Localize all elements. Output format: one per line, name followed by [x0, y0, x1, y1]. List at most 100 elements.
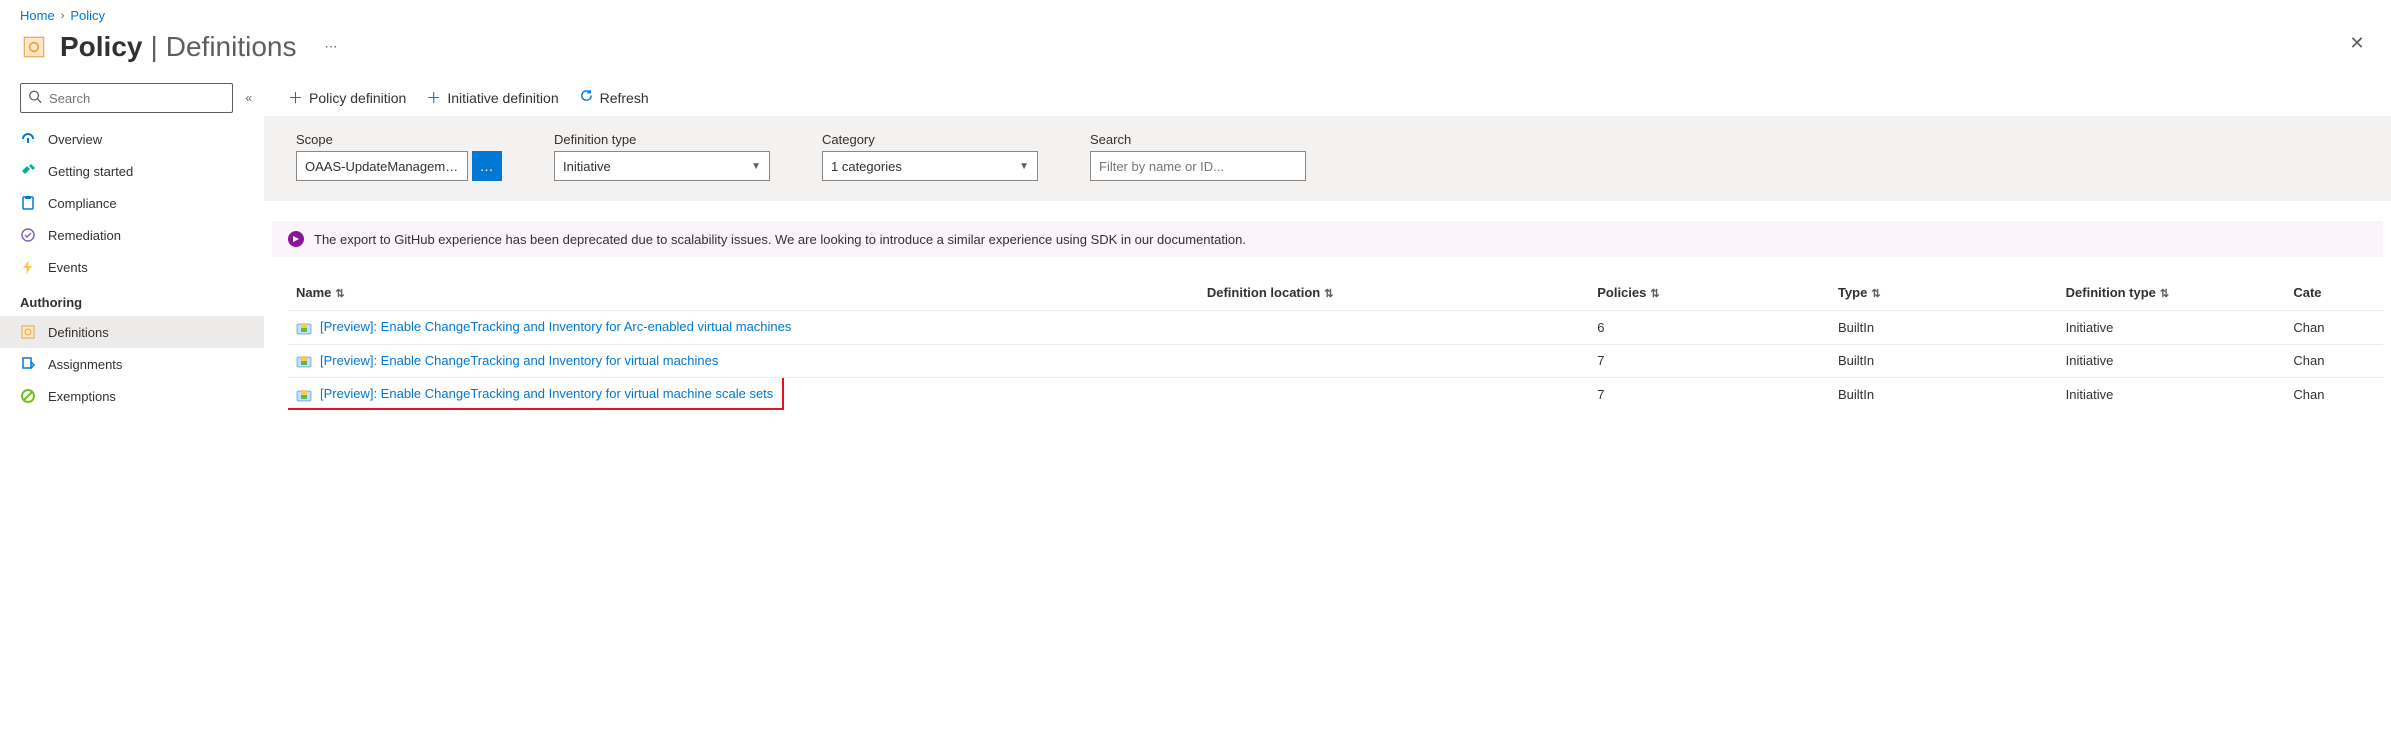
- page-header: Policy | Definitions ⋯ ✕: [0, 27, 2391, 79]
- search-icon: [28, 90, 42, 107]
- main-content: ＋ Policy definition ＋ Initiative definit…: [264, 79, 2391, 412]
- cell-name: [Preview]: Enable ChangeTracking and Inv…: [288, 311, 1199, 345]
- rocket-icon: [20, 163, 36, 179]
- sidebar-item-label: Assignments: [48, 357, 122, 372]
- breadcrumb-home[interactable]: Home: [20, 8, 55, 23]
- collapse-sidebar-button[interactable]: «: [241, 87, 256, 109]
- initiative-icon: [296, 353, 312, 369]
- cell-location: [1199, 378, 1589, 411]
- toolbar-label: Initiative definition: [447, 90, 558, 106]
- initiative-icon: [296, 320, 312, 336]
- cell-category: Chan: [2285, 311, 2383, 345]
- sidebar-search-input[interactable]: [20, 83, 233, 113]
- scope-input[interactable]: OAAS-UpdateManagem…: [296, 151, 468, 181]
- sidebar-item-remediation[interactable]: Remediation: [0, 219, 264, 251]
- sidebar: « Overview Getting started Compliance Re…: [0, 79, 264, 412]
- col-category[interactable]: Cate: [2285, 277, 2383, 311]
- cell-category: Chan: [2285, 344, 2383, 378]
- info-banner: The export to GitHub experience has been…: [272, 221, 2383, 257]
- breadcrumb-policy[interactable]: Policy: [70, 8, 105, 23]
- sidebar-item-getting-started[interactable]: Getting started: [0, 155, 264, 187]
- dropdown-value: 1 categories: [831, 159, 902, 174]
- table-row: [Preview]: Enable ChangeTracking and Inv…: [288, 344, 2383, 378]
- dashboard-icon: [20, 131, 36, 147]
- definitions-table: Name⇅ Definition location⇅ Policies⇅ Typ…: [264, 257, 2391, 411]
- definition-link[interactable]: [Preview]: Enable ChangeTracking and Inv…: [320, 386, 773, 401]
- sort-icon: ⇅: [1650, 288, 1659, 300]
- filter-bar: Scope OAAS-UpdateManagem… … Definition t…: [264, 116, 2391, 201]
- cell-def-type: Initiative: [2058, 344, 2286, 378]
- info-icon: [288, 231, 304, 247]
- cell-name: [Preview]: Enable ChangeTracking and Inv…: [288, 344, 1199, 378]
- filter-search-input[interactable]: [1090, 151, 1306, 181]
- category-dropdown[interactable]: 1 categories ▼: [822, 151, 1038, 181]
- sidebar-item-assignments[interactable]: Assignments: [0, 348, 264, 380]
- plus-icon: ＋: [288, 87, 303, 108]
- sidebar-item-label: Exemptions: [48, 389, 116, 404]
- cell-policies: 7: [1589, 378, 1830, 411]
- sidebar-search: [20, 83, 233, 113]
- col-location[interactable]: Definition location⇅: [1199, 277, 1589, 311]
- definition-type-label: Definition type: [554, 132, 770, 147]
- initiative-icon: [296, 387, 312, 403]
- banner-text: The export to GitHub experience has been…: [314, 232, 1246, 247]
- close-button[interactable]: ✕: [2347, 33, 2367, 53]
- toolbar-label: Policy definition: [309, 90, 406, 106]
- refresh-icon: [579, 88, 594, 107]
- sort-icon: ⇅: [1324, 288, 1333, 300]
- cell-type: BuiltIn: [1830, 344, 2058, 378]
- more-button[interactable]: ⋯: [325, 39, 338, 55]
- sidebar-item-label: Compliance: [48, 196, 117, 211]
- cell-location: [1199, 311, 1589, 345]
- sidebar-item-definitions[interactable]: Definitions: [0, 316, 264, 348]
- sort-icon: ⇅: [335, 288, 344, 300]
- cell-type: BuiltIn: [1830, 311, 2058, 345]
- chevron-right-icon: ›: [61, 10, 65, 22]
- col-definition-type[interactable]: Definition type⇅: [2058, 277, 2286, 311]
- refresh-button[interactable]: Refresh: [579, 88, 649, 107]
- col-policies[interactable]: Policies⇅: [1589, 277, 1830, 311]
- cell-def-type: Initiative: [2058, 378, 2286, 411]
- cell-type: BuiltIn: [1830, 378, 2058, 411]
- sort-icon: ⇅: [1871, 288, 1880, 300]
- sidebar-item-label: Remediation: [48, 228, 121, 243]
- sidebar-item-compliance[interactable]: Compliance: [0, 187, 264, 219]
- cell-def-type: Initiative: [2058, 311, 2286, 345]
- plus-icon: ＋: [426, 87, 441, 108]
- chevron-down-icon: ▼: [1019, 161, 1029, 172]
- policy-icon: [20, 33, 48, 61]
- definition-type-dropdown[interactable]: Initiative ▼: [554, 151, 770, 181]
- dropdown-value: Initiative: [563, 159, 611, 174]
- assignment-icon: [20, 356, 36, 372]
- toolbar: ＋ Policy definition ＋ Initiative definit…: [264, 79, 2391, 116]
- definition-icon: [20, 324, 36, 340]
- category-label: Category: [822, 132, 1038, 147]
- clipboard-icon: [20, 195, 36, 211]
- definition-link[interactable]: [Preview]: Enable ChangeTracking and Inv…: [320, 353, 718, 368]
- col-type[interactable]: Type⇅: [1830, 277, 2058, 311]
- col-name[interactable]: Name⇅: [288, 277, 1199, 311]
- table-row: [Preview]: Enable ChangeTracking and Inv…: [288, 378, 2383, 411]
- sidebar-item-events[interactable]: Events: [0, 251, 264, 283]
- page-title: Policy | Definitions: [60, 31, 297, 63]
- add-policy-definition-button[interactable]: ＋ Policy definition: [288, 87, 406, 108]
- cell-location: [1199, 344, 1589, 378]
- cell-name: [Preview]: Enable ChangeTracking and Inv…: [288, 378, 1199, 411]
- breadcrumb: Home › Policy: [0, 0, 2391, 27]
- sort-icon: ⇅: [2160, 288, 2169, 300]
- cell-policies: 7: [1589, 344, 1830, 378]
- table-row: [Preview]: Enable ChangeTracking and Inv…: [288, 311, 2383, 345]
- add-initiative-definition-button[interactable]: ＋ Initiative definition: [426, 87, 558, 108]
- cell-policies: 6: [1589, 311, 1830, 345]
- sidebar-item-label: Definitions: [48, 325, 109, 340]
- cell-category: Chan: [2285, 378, 2383, 411]
- sidebar-item-exemptions[interactable]: Exemptions: [0, 380, 264, 412]
- wrench-icon: [20, 227, 36, 243]
- scope-picker-button[interactable]: …: [472, 151, 502, 181]
- definition-link[interactable]: [Preview]: Enable ChangeTracking and Inv…: [320, 319, 791, 334]
- scope-label: Scope: [296, 132, 502, 147]
- sidebar-item-label: Overview: [48, 132, 102, 147]
- sidebar-item-overview[interactable]: Overview: [0, 123, 264, 155]
- sidebar-item-label: Getting started: [48, 164, 133, 179]
- sidebar-item-label: Events: [48, 260, 88, 275]
